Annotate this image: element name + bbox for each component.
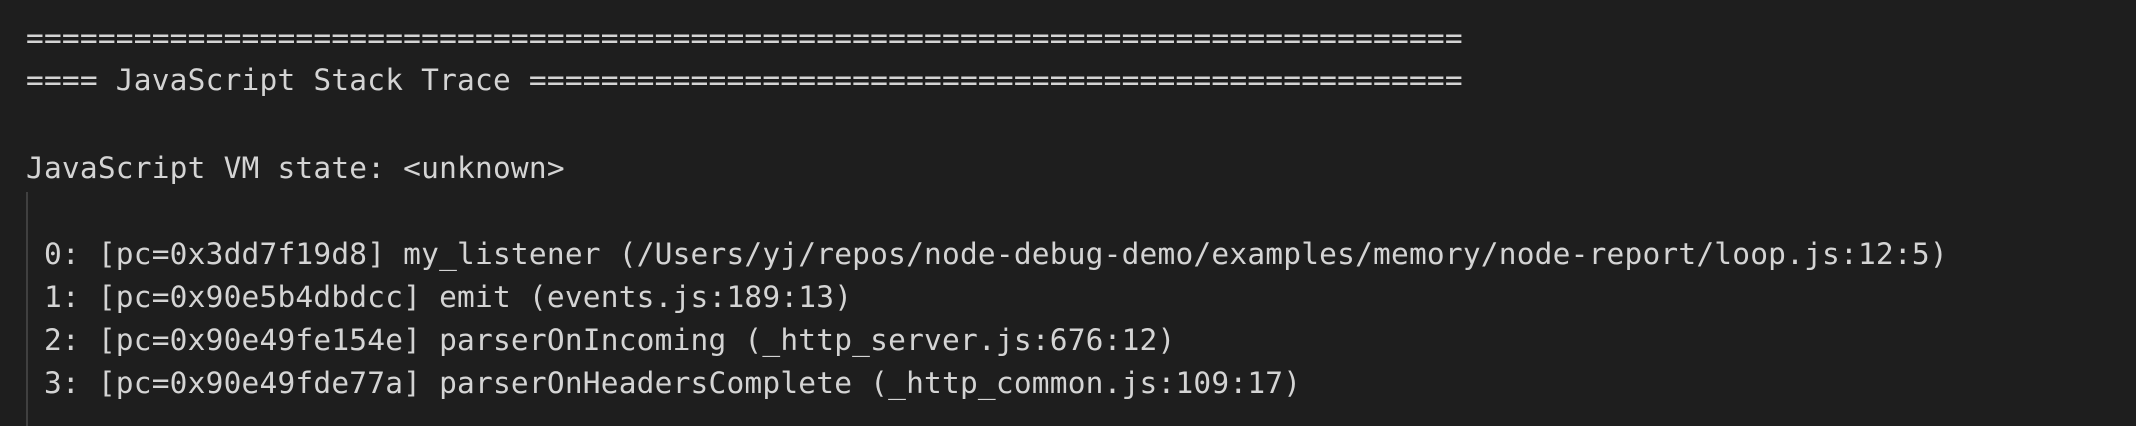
separator-line: ========================================…: [26, 21, 1463, 55]
stack-frame-line: 0: [pc=0x3dd7f19d8] my_listener (/Users/…: [26, 237, 1948, 271]
stack-frame-line: 1: [pc=0x90e5b4dbdcc] emit (events.js:18…: [26, 280, 853, 314]
code-editor[interactable]: ========================================…: [0, 0, 2136, 426]
section-header-line: ==== JavaScript Stack Trace ============…: [26, 63, 1463, 97]
stack-frame-line: 3: [pc=0x90e49fde77a] parserOnHeadersCom…: [26, 366, 1302, 400]
stack-frame-line: 2: [pc=0x90e49fe154e] parserOnIncoming (…: [26, 323, 1176, 357]
vm-state-line: JavaScript VM state: <unknown>: [26, 151, 565, 185]
